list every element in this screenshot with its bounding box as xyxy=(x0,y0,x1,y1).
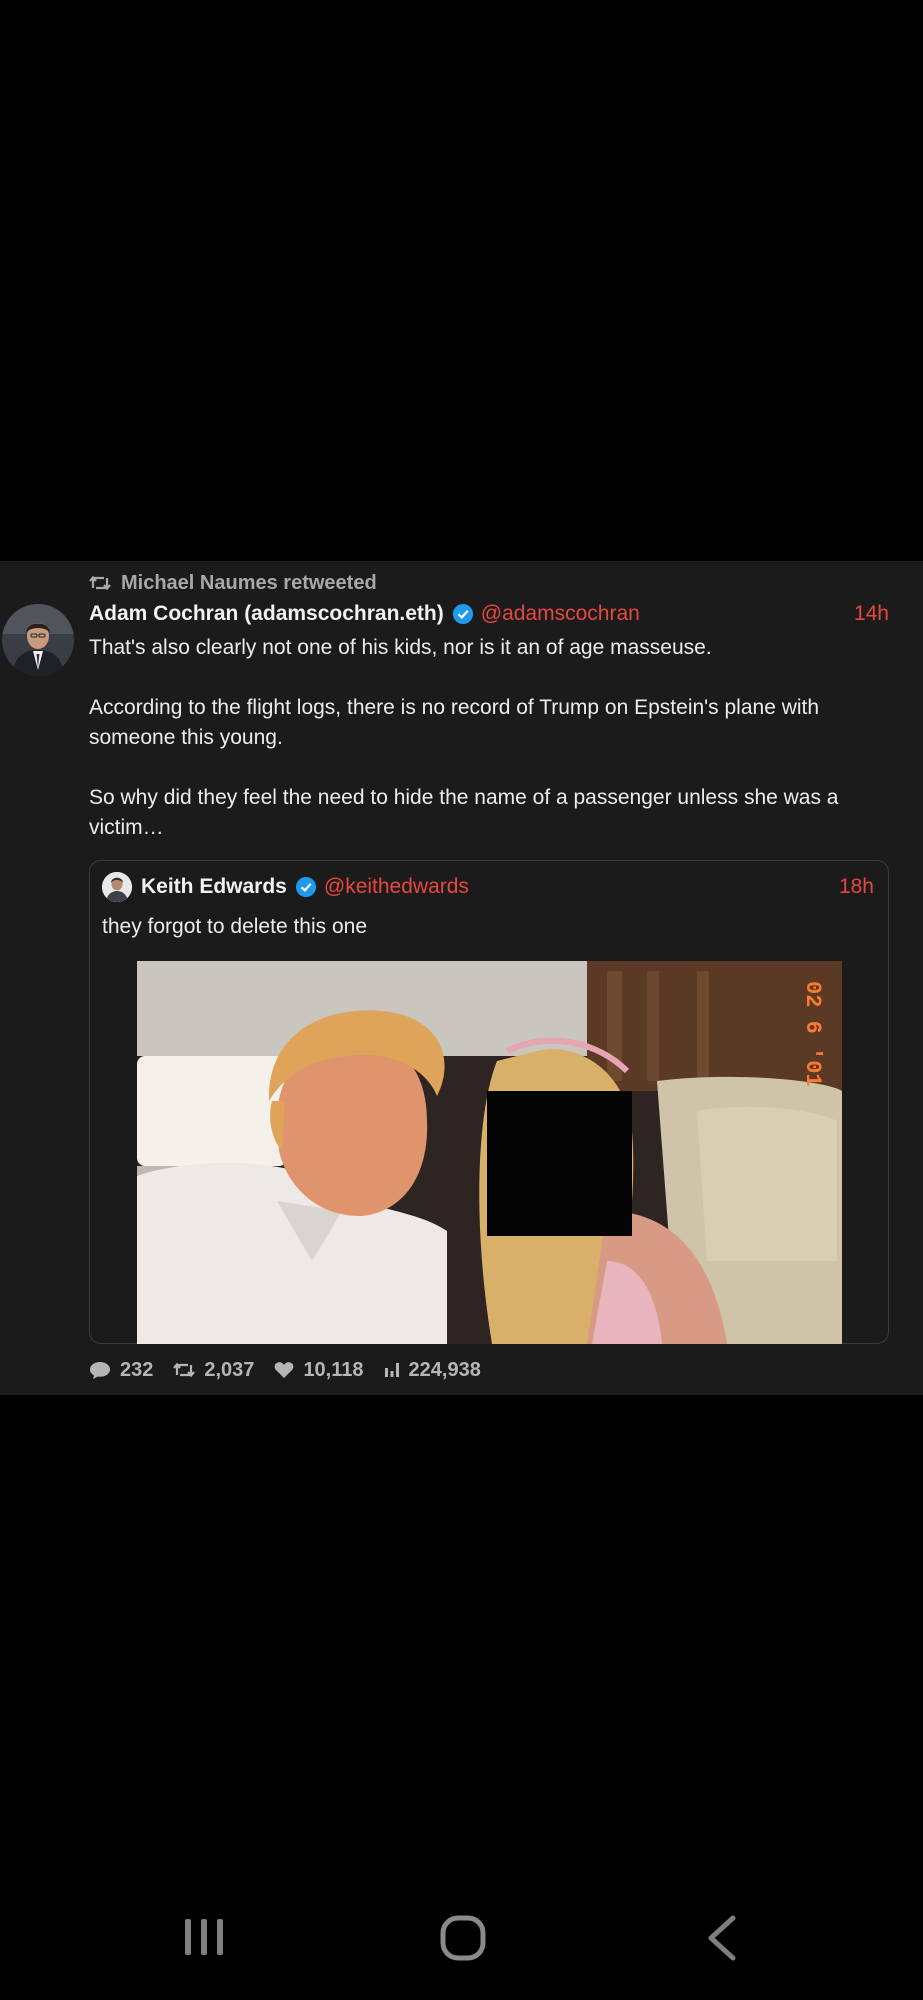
heart-icon xyxy=(275,1362,294,1378)
tweet-body: That's also clearly not one of his kids,… xyxy=(89,633,889,843)
quoted-photo[interactable]: 02 6 '01 xyxy=(137,961,842,1344)
recent-apps-icon xyxy=(185,1919,223,1955)
reply-icon xyxy=(90,1362,110,1379)
verified-badge-icon xyxy=(295,877,316,897)
verified-badge-icon xyxy=(452,604,473,624)
quoted-tweet[interactable]: Keith Edwards @keithedwards 18h they for… xyxy=(89,860,889,1344)
tweet-paragraph: So why did they feel the need to hide th… xyxy=(89,786,839,839)
tweet-paragraph: According to the flight logs, there is n… xyxy=(89,696,820,749)
views-stat[interactable]: 224,938 xyxy=(384,1359,481,1382)
like-count: 10,118 xyxy=(303,1358,364,1381)
quoted-author-handle[interactable]: @keithedwards xyxy=(324,875,469,899)
home-button[interactable] xyxy=(440,1915,486,1966)
quoted-author-name[interactable]: Keith Edwards xyxy=(141,875,287,899)
retweet-count: 2,037 xyxy=(204,1358,255,1381)
recent-apps-button[interactable] xyxy=(183,1915,225,1964)
tweet-time[interactable]: 14h xyxy=(854,602,889,626)
retweet-icon xyxy=(89,575,111,591)
retweeter-text: Michael Naumes retweeted xyxy=(121,571,377,594)
author-name[interactable]: Adam Cochran (adamscochran.eth) xyxy=(89,602,444,626)
tweet-stats: 232 2,037 10,118 224,938 xyxy=(89,1356,501,1384)
quoted-text: they forgot to delete this one xyxy=(102,915,368,938)
quoted-header: Keith Edwards @keithedwards 18h xyxy=(141,871,874,903)
retweet-action[interactable]: 2,037 xyxy=(173,1359,254,1382)
reply-action[interactable]: 232 xyxy=(89,1359,153,1382)
quoted-time[interactable]: 18h xyxy=(839,875,874,899)
back-icon xyxy=(708,1915,736,1961)
like-action[interactable]: 10,118 xyxy=(274,1358,364,1382)
view-count: 224,938 xyxy=(408,1358,481,1381)
tweet-paragraph: That's also clearly not one of his kids,… xyxy=(89,636,712,659)
retweet-icon xyxy=(173,1362,196,1378)
tweet-header: Adam Cochran (adamscochran.eth) @adamsco… xyxy=(89,598,889,630)
reply-count: 232 xyxy=(120,1358,154,1381)
author-handle[interactable]: @adamscochran xyxy=(481,602,640,626)
author-avatar[interactable] xyxy=(2,604,74,676)
retweet-indicator: Michael Naumes retweeted xyxy=(89,569,377,597)
home-icon xyxy=(440,1915,486,1961)
photo-date-stamp: 02 6 '01 xyxy=(800,981,825,1087)
quoted-author-avatar[interactable] xyxy=(102,872,132,902)
back-button[interactable] xyxy=(706,1915,738,1966)
censor-box xyxy=(487,1091,632,1236)
views-chart-icon xyxy=(384,1363,399,1377)
